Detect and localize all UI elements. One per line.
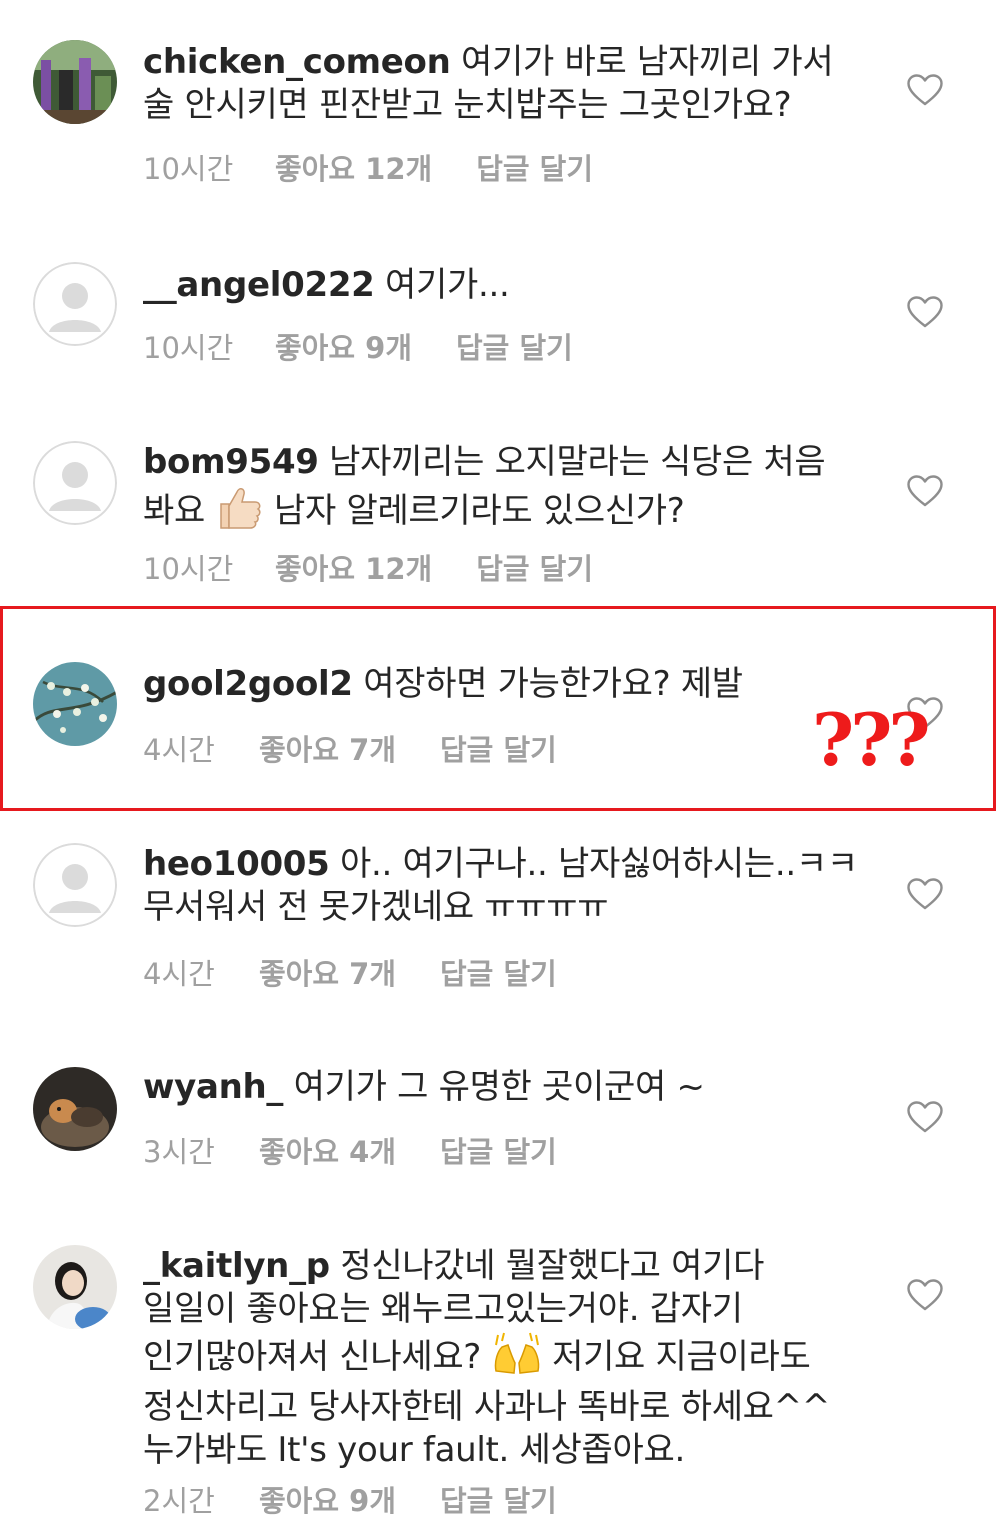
heart-outline-icon[interactable] [907,74,943,106]
comment-time: 10시간 [143,552,234,586]
username[interactable]: bom9549 [143,442,319,482]
heart-outline-icon[interactable] [907,878,943,910]
heart-outline-icon[interactable] [907,475,943,507]
comment-meta: 2시간 좋아요 9개 답글 달기 [143,1478,557,1520]
comment-time: 10시간 [143,331,234,365]
raising-hands-icon [492,1331,542,1386]
comment-body: bom9549 남자끼리는 오지말라는 식당은 처음 봐요 남자 알레르기라도 … [143,441,858,541]
comment-meta: 10시간 좋아요 12개 답글 달기 [143,146,593,188]
comment-time: 3시간 [143,1135,215,1169]
comment-body: __angel0222 여기가... [143,264,858,307]
comment-meta: 10시간 좋아요 9개 답글 달기 [143,325,573,367]
avatar[interactable] [33,40,117,124]
comment-text: 여기가 그 유명한 곳이군여 ~ [293,1067,705,1107]
comment-time: 10시간 [143,152,234,186]
comment-body: _kaitlyn_p 정신나갔네 뭘잘했다고 여기다 일일이 좋아요는 왜누르고… [143,1245,858,1472]
username[interactable]: wyanh_ [143,1067,283,1107]
reply-button[interactable]: 답글 달기 [440,951,557,993]
reply-button[interactable]: 답글 달기 [476,546,593,588]
likes-count[interactable]: 좋아요 9개 [275,325,412,367]
likes-count[interactable]: 좋아요 12개 [275,146,432,188]
comment-meta: 3시간 좋아요 4개 답글 달기 [143,1129,557,1171]
default-avatar-icon[interactable] [33,441,117,525]
likes-count[interactable]: 좋아요 7개 [259,951,396,993]
reply-button[interactable]: 답글 달기 [456,325,573,367]
comment-body: chicken_comeon 여기가 바로 남자끼리 가서 술 안시키면 핀잔받… [143,41,858,127]
username[interactable]: __angel0222 [143,265,375,305]
comment-body: heo10005 아.. 여기구나.. 남자싫어하시는..ㅋㅋ 무서워서 전 못… [143,843,858,929]
thumbs-up-icon [215,484,263,541]
avatar[interactable] [33,1245,117,1329]
likes-count[interactable]: 좋아요 4개 [259,1129,396,1171]
heart-outline-icon[interactable] [907,1279,943,1311]
default-avatar-icon[interactable] [33,843,117,927]
question-marks-annotation: ??? [812,697,931,782]
reply-button[interactable]: 답글 달기 [440,1129,557,1171]
reply-button[interactable]: 답글 달기 [476,146,593,188]
comment-time: 4시간 [143,957,215,991]
username[interactable]: heo10005 [143,844,330,884]
comment-time: 2시간 [143,1484,215,1518]
likes-count[interactable]: 좋아요 9개 [259,1478,396,1520]
comment-text: 여기가... [385,265,510,305]
heart-outline-icon[interactable] [907,296,943,328]
comment-meta: 4시간 좋아요 7개 답글 달기 [143,951,557,993]
avatar[interactable] [33,1067,117,1151]
comment-body: wyanh_ 여기가 그 유명한 곳이군여 ~ [143,1066,858,1109]
heart-outline-icon[interactable] [907,1101,943,1133]
comment-meta: 10시간 좋아요 12개 답글 달기 [143,546,593,588]
comment-text: 남자 알레르기라도 있으신가? [274,491,685,531]
username[interactable]: _kaitlyn_p [143,1246,330,1286]
username[interactable]: chicken_comeon [143,42,451,82]
reply-button[interactable]: 답글 달기 [440,1478,557,1520]
default-avatar-icon[interactable] [33,262,117,346]
likes-count[interactable]: 좋아요 12개 [275,546,432,588]
